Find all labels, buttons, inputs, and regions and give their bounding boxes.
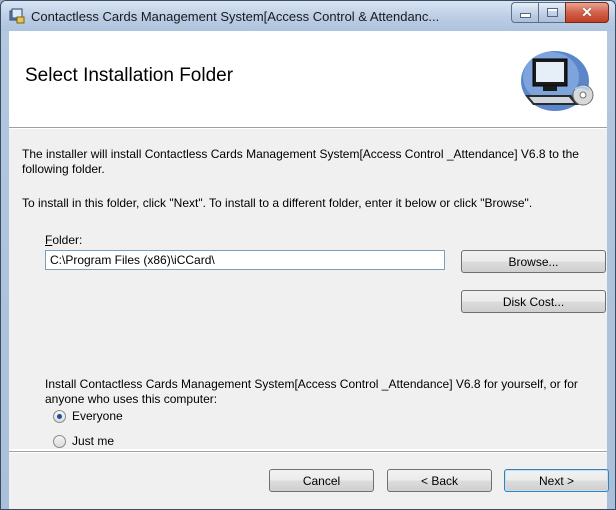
button-bar: Cancel < Back Next > [9,453,609,509]
next-button[interactable]: Next > [504,469,609,492]
computer-cd-graphic [515,45,597,115]
folder-label: Folder: [45,233,82,247]
back-button[interactable]: < Back [387,469,492,492]
minimize-icon [519,13,531,18]
maximize-icon [546,8,558,17]
close-button[interactable]: ✕ [565,2,609,23]
cancel-button[interactable]: Cancel [269,469,374,492]
dialog-client: Select Installation Folder The installer… [9,31,609,509]
header-banner: Select Installation Folder [9,31,607,125]
dialog-body: The installer will install Contactless C… [9,129,607,449]
radio-everyone[interactable]: Everyone [53,409,123,423]
browse-instructions: To install in this folder, click "Next".… [22,196,533,210]
radio-everyone-label: Everyone [72,409,123,423]
install-description: The installer will install Contactless C… [22,147,579,176]
installer-app-icon [9,8,25,24]
folder-path-input[interactable] [45,250,445,270]
browse-button[interactable]: Browse... [461,250,606,273]
radio-selected-dot [57,413,62,419]
minimize-button[interactable] [511,2,538,23]
install-scope-prompt: Install Contactless Cards Management Sys… [45,377,578,406]
page-title: Select Installation Folder [25,65,234,86]
close-icon: ✕ [581,4,593,20]
radio-just-me[interactable]: Just me [53,434,114,448]
maximize-button[interactable] [538,2,565,23]
radio-just-me-label: Just me [72,434,115,448]
title-bar[interactable]: Contactless Cards Management System[Acce… [1,1,615,31]
radio-button-unselected[interactable] [53,434,66,448]
caption-buttons: ✕ [511,2,609,23]
folder-label-text: older: [52,233,83,247]
radio-button-selected[interactable] [53,409,66,423]
installer-window: Contactless Cards Management System[Acce… [0,0,616,510]
window-title: Contactless Cards Management System[Acce… [31,9,440,24]
disk-cost-button[interactable]: Disk Cost... [461,290,606,313]
